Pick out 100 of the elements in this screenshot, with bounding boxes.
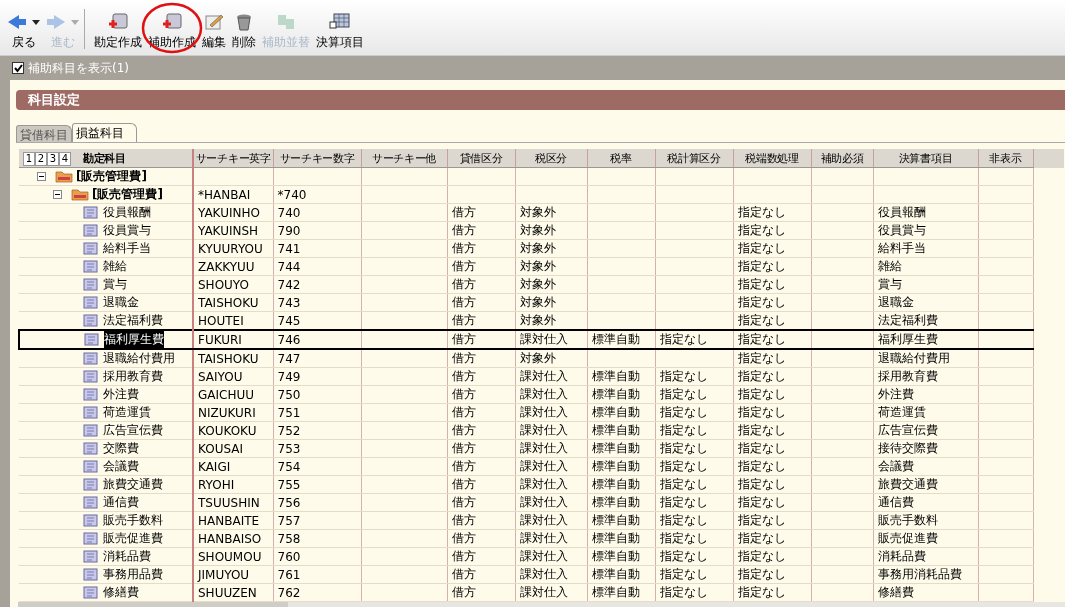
- table-row[interactable]: 採用教育費 SAIYOU 749 借方 課対仕入 標準自動 指定なし 指定なし 採用教育費: [19, 367, 1064, 386]
- expand-toggle-icon[interactable]: [37, 172, 46, 181]
- table-cell: 課対仕入: [519, 567, 568, 581]
- toolbar-button[interactable]: 勘定作成: [91, 13, 145, 51]
- table-cell: 指定なし: [737, 369, 786, 383]
- table-cell: 指定なし: [737, 277, 786, 291]
- account-name: 雑給: [103, 258, 127, 275]
- table-cell: 762: [277, 585, 301, 600]
- document-icon: [83, 586, 98, 599]
- table-cell: 指定なし: [659, 369, 708, 383]
- table-cell: 指定なし: [737, 459, 786, 473]
- table-cell: 指定なし: [737, 423, 786, 437]
- document-icon: [83, 532, 98, 545]
- table-cell: 757: [277, 513, 301, 528]
- table-cell: 755: [277, 477, 301, 492]
- document-icon: [84, 333, 99, 346]
- document-icon: [83, 296, 98, 309]
- table-cell: 課対仕入: [519, 549, 568, 563]
- toolbar-button[interactable]: 決算項目: [313, 13, 367, 51]
- table-row[interactable]: 賞与 SHOUYO 742 借方 対象外 指定なし 賞与: [19, 275, 1064, 294]
- account-name: 広告宣伝費: [103, 422, 163, 439]
- table-cell: 課対仕入: [519, 423, 568, 437]
- table-cell: 借方: [451, 259, 476, 273]
- toolbar-button[interactable]: 戻る: [4, 13, 43, 51]
- table-row[interactable]: 通信費 TSUUSHIN 756 借方 課対仕入 標準自動 指定なし 指定なし 通信費: [19, 493, 1064, 512]
- table-cell: 福利厚生費: [877, 332, 938, 346]
- column-header-label: 勘定科目: [83, 151, 126, 165]
- table-row[interactable]: 役員報酬 YAKUINHO 740 借方 対象外 指定なし 役員報酬: [19, 203, 1064, 222]
- table-cell: 指定なし: [737, 205, 786, 219]
- table-cell: 746: [277, 332, 301, 347]
- table-row[interactable]: 役員賞与 YAKUINSH 790 借方 対象外 指定なし 役員賞与: [19, 221, 1064, 240]
- table-row[interactable]: 給料手当 KYUURYOU 741 借方 対象外 指定なし 給料手当: [19, 239, 1064, 258]
- table-cell: 標準自動: [591, 477, 640, 491]
- table-cell: 課対仕入: [519, 495, 568, 509]
- table-cell: 741: [277, 241, 301, 256]
- table-row[interactable]: 販売手数料 HANBAITE 757 借方 課対仕入 標準自動 指定なし 指定なし 販売手数料: [19, 511, 1064, 530]
- document-icon: [83, 550, 98, 563]
- level-button[interactable]: 4: [59, 151, 71, 166]
- table-cell: 754: [277, 459, 301, 474]
- table-cell: 借方: [451, 405, 476, 419]
- table-row[interactable]: 荷造運賃 NIZUKURI 751 借方 課対仕入 標準自動 指定なし 指定なし 荷造運賃: [19, 403, 1064, 422]
- toolbar-button[interactable]: 削除: [229, 13, 259, 51]
- level-button[interactable]: 2: [35, 151, 47, 166]
- checkbox[interactable]: [12, 62, 24, 74]
- table-row[interactable]: 交際費 KOUSAI 753 借方 課対仕入 標準自動 指定なし 指定なし 接待交際費: [19, 439, 1064, 458]
- table-row[interactable]: 事務用品費 JIMUYOU 761 借方 課対仕入 標準自動 指定なし 指定なし 事務用消耗品費: [19, 565, 1064, 584]
- account-name: 販売促進費: [103, 530, 163, 547]
- table-cell: 指定なし: [659, 332, 708, 346]
- table-cell: 指定なし: [659, 531, 708, 545]
- account-name: 採用教育費: [103, 368, 163, 385]
- table-cell: 借方: [451, 332, 476, 346]
- column-header: 決算書項目: [873, 149, 978, 168]
- account-name: 事務用品費: [103, 566, 163, 583]
- table-row[interactable]: 退職給付費用 TAISHOKU 747 借方 対象外 指定なし 退職給付費用: [19, 349, 1064, 368]
- table-cell: 752: [277, 423, 301, 438]
- table-row[interactable]: 外注費 GAICHUU 750 借方 課対仕入 標準自動 指定なし 指定なし 外注費: [19, 385, 1064, 404]
- tab[interactable]: 損益科目: [72, 123, 137, 142]
- table-cell: 課対仕入: [519, 531, 568, 545]
- level-button[interactable]: 1: [23, 151, 35, 166]
- table-row[interactable]: 旅費交通費 RYOHI 755 借方 課対仕入 標準自動 指定なし 指定なし 旅費交通費: [19, 475, 1064, 494]
- table-row[interactable]: 福利厚生費 FUKURI 746 借方 課対仕入 標準自動 指定なし 指定なし 福利厚生費: [19, 330, 1064, 349]
- table-cell: 指定なし: [737, 332, 786, 346]
- table-cell: 対象外: [519, 313, 556, 327]
- table-cell: 役員賞与: [877, 223, 926, 237]
- table-cell: 指定なし: [737, 295, 786, 309]
- table-cell: 外注費: [877, 387, 914, 401]
- toolbar-button[interactable]: 編集: [199, 13, 229, 51]
- table-cell: 標準自動: [591, 369, 640, 383]
- table-cell: 借方: [451, 223, 476, 237]
- expand-toggle-icon[interactable]: [53, 190, 62, 199]
- account-name: 役員報酬: [103, 204, 151, 221]
- level-button[interactable]: 3: [47, 151, 59, 166]
- table-cell: 借方: [451, 459, 476, 473]
- document-icon: [83, 370, 98, 383]
- table-row[interactable]: 会議費 KAIGI 754 借方 課対仕入 標準自動 指定なし 指定なし 会議費: [19, 457, 1064, 476]
- table-cell: 借方: [451, 423, 476, 437]
- account-name: 退職金: [103, 294, 139, 311]
- table-cell: 760: [277, 549, 301, 564]
- table-row[interactable]: 販売促進費 HANBAISO 758 借方 課対仕入 標準自動 指定なし 指定なし 販売促進費: [19, 529, 1064, 548]
- table-cell: 指定なし: [737, 549, 786, 563]
- table-cell: 対象外: [519, 241, 556, 255]
- account-name: 賞与: [103, 276, 127, 293]
- table-row[interactable]: [販売管理費] *HANBAI *740: [19, 185, 1064, 204]
- table-cell: HANBAISO: [198, 531, 262, 546]
- table-cell: SHUUZEN: [198, 585, 257, 600]
- account-name: 会議費: [103, 458, 139, 475]
- table-cell: 指定なし: [659, 567, 708, 581]
- table-cell: 借方: [451, 513, 476, 527]
- table-cell: 通信費: [877, 495, 914, 509]
- table-row[interactable]: 雑給 ZAKKYUU 744 借方 対象外 指定なし 雑給: [19, 257, 1064, 276]
- table-cell: HOUTEI: [198, 313, 244, 328]
- table-cell: JIMUYOU: [198, 567, 250, 582]
- document-icon: [83, 242, 98, 255]
- table-row[interactable]: 広告宣伝費 KOUKOKU 752 借方 課対仕入 標準自動 指定なし 指定なし 広告宣伝費: [19, 421, 1064, 440]
- table-row[interactable]: 消耗品費 SHOUMOU 760 借方 課対仕入 標準自動 指定なし 指定なし 消耗品費: [19, 547, 1064, 566]
- tab[interactable]: 貸借科目: [16, 125, 72, 142]
- table-row[interactable]: 退職金 TAISHOKU 743 借方 対象外 指定なし 退職金: [19, 293, 1064, 312]
- table-row[interactable]: [販売管理費]: [19, 167, 1064, 186]
- column-header: 貸借区分: [447, 149, 515, 168]
- account-name: 法定福利費: [103, 312, 163, 329]
